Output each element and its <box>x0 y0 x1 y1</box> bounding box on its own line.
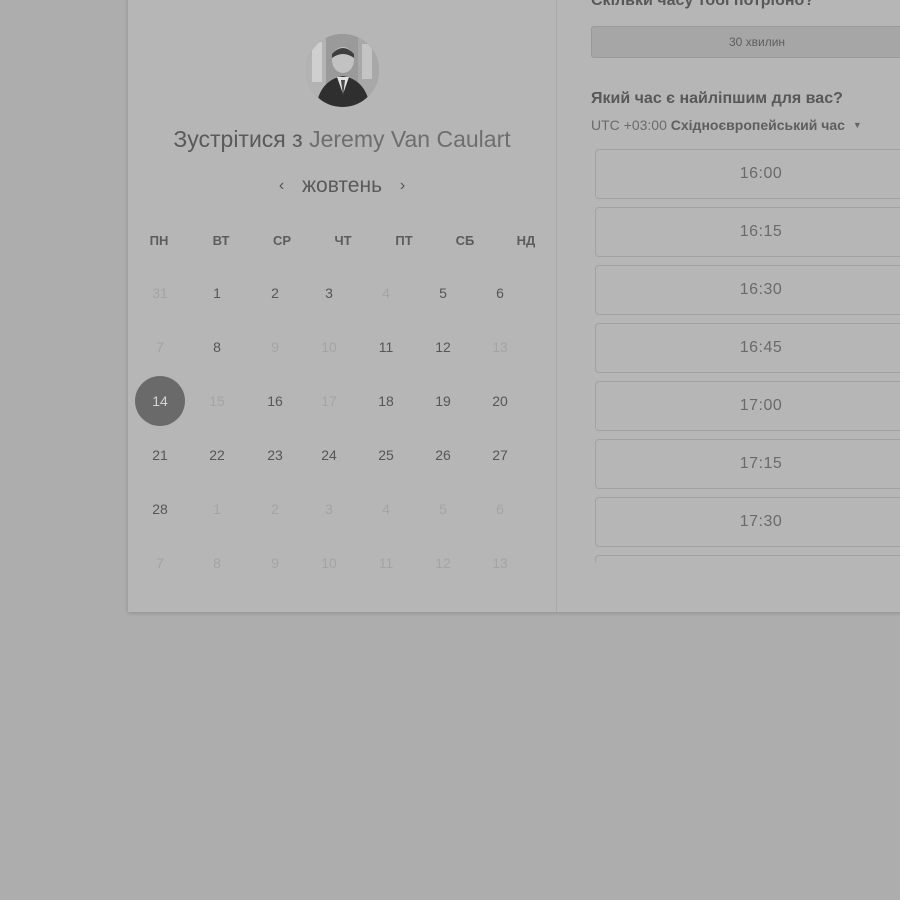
calendar-day: 9 <box>271 339 279 355</box>
time-slot-button[interactable]: 16:15 <box>595 207 900 257</box>
calendar-day: 11 <box>378 555 394 571</box>
time-question: Який час є найліпшим для вас? <box>591 90 843 107</box>
time-slot-button[interactable]: 17:30 <box>595 497 900 547</box>
calendar-panel: Зустрітися з Jeremy Van Caulart ‹ жовтен… <box>128 0 556 612</box>
page: Зустрітися з Jeremy Van Caulart ‹ жовтен… <box>0 0 900 900</box>
calendar-day[interactable]: 20 <box>480 391 520 411</box>
calendar-day[interactable]: 1 <box>197 283 237 303</box>
booking-panel: Скільки часу тобі потрібно? 30 хвилин Як… <box>557 0 900 612</box>
time-slot-button[interactable]: 17:00 <box>595 381 900 431</box>
calendar-day[interactable]: 27 <box>480 445 520 465</box>
calendar-day: 31 <box>152 285 168 301</box>
calendar-day: 1 <box>213 501 221 517</box>
calendar-day[interactable]: 8 <box>197 337 237 357</box>
calendar-day: 7 <box>156 555 164 571</box>
calendar-day[interactable]: 19 <box>423 391 463 411</box>
calendar-grid: 31 1 2 3 4 5 6 7 8 9 10 11 12 13 14 15 16 17 18 19 20 21 22 23 2… <box>128 0 556 612</box>
calendar-day: 5 <box>439 501 447 517</box>
calendar-day: 7 <box>156 339 164 355</box>
calendar-day: 6 <box>496 501 504 517</box>
calendar-day[interactable]: 22 <box>197 445 237 465</box>
calendar-day: 2 <box>271 501 279 517</box>
timezone-name: Східноєвропейський час <box>670 117 845 133</box>
calendar-day[interactable]: 12 <box>423 337 463 357</box>
calendar-day[interactable]: 24 <box>309 445 349 465</box>
calendar-day[interactable]: 28 <box>140 499 180 519</box>
time-slot-list: 16:00 16:15 16:30 16:45 17:00 17:15 17:30 <box>595 149 900 562</box>
calendar-day[interactable]: 3 <box>309 283 349 303</box>
duration-question: Скільки часу тобі потрібно? <box>591 0 815 9</box>
calendar-day[interactable]: 23 <box>255 445 295 465</box>
calendar-day: 17 <box>321 393 337 409</box>
timezone-offset: UTC +03:00 <box>591 117 667 133</box>
calendar-day[interactable]: 26 <box>423 445 463 465</box>
calendar-day[interactable]: 21 <box>140 445 180 465</box>
calendar-day: 10 <box>321 555 337 571</box>
calendar-day[interactable]: 25 <box>366 445 406 465</box>
time-slot-button[interactable]: 16:00 <box>595 149 900 199</box>
calendar-day[interactable]: 2 <box>255 283 295 303</box>
calendar-day-selected[interactable]: 14 <box>135 376 185 426</box>
scheduler-card: Зустрітися з Jeremy Van Caulart ‹ жовтен… <box>128 0 900 612</box>
timezone-selector[interactable]: UTC +03:00 Східноєвропейський час ▼ <box>591 117 862 133</box>
calendar-day: 12 <box>435 555 451 571</box>
calendar-day: 9 <box>271 555 279 571</box>
time-slot-button[interactable]: 16:30 <box>595 265 900 315</box>
calendar-day: 8 <box>213 555 221 571</box>
calendar-day[interactable]: 5 <box>423 283 463 303</box>
calendar-day: 13 <box>492 555 508 571</box>
calendar-day[interactable]: 16 <box>255 391 295 411</box>
time-slot-button[interactable] <box>595 555 900 562</box>
calendar-day[interactable]: 6 <box>480 283 520 303</box>
calendar-day: 15 <box>209 393 225 409</box>
calendar-day: 4 <box>382 285 390 301</box>
calendar-day[interactable]: 11 <box>366 337 406 357</box>
calendar-day: 3 <box>325 501 333 517</box>
calendar-day: 13 <box>492 339 508 355</box>
caret-down-icon: ▼ <box>852 120 862 130</box>
calendar-day[interactable]: 18 <box>366 391 406 411</box>
time-slot-button[interactable]: 16:45 <box>595 323 900 373</box>
time-slot-button[interactable]: 17:15 <box>595 439 900 489</box>
calendar-day: 4 <box>382 501 390 517</box>
duration-option-button[interactable]: 30 хвилин <box>591 26 900 58</box>
calendar-day: 10 <box>321 339 337 355</box>
